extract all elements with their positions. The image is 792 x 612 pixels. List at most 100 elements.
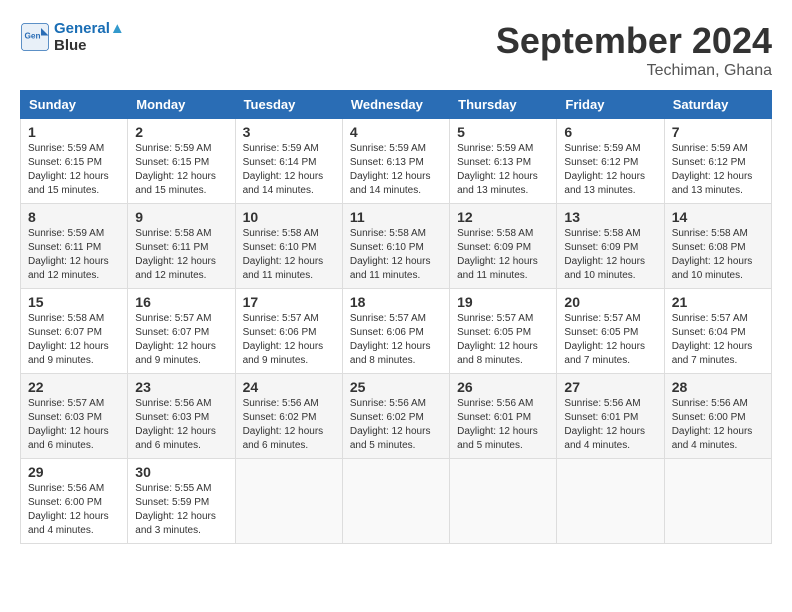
day-info: Sunrise: 5:59 AM Sunset: 6:15 PM Dayligh…	[28, 142, 120, 198]
day-info: Sunrise: 5:58 AM Sunset: 6:07 PM Dayligh…	[28, 312, 120, 368]
day-number: 2	[135, 124, 227, 140]
column-header-sunday: Sunday	[21, 91, 128, 119]
day-cell: 15 Sunrise: 5:58 AM Sunset: 6:07 PM Dayl…	[21, 289, 128, 374]
day-info: Sunrise: 5:57 AM Sunset: 6:07 PM Dayligh…	[135, 312, 227, 368]
day-cell: 30 Sunrise: 5:55 AM Sunset: 5:59 PM Dayl…	[128, 459, 235, 544]
day-info: Sunrise: 5:58 AM Sunset: 6:08 PM Dayligh…	[672, 227, 764, 283]
day-info: Sunrise: 5:59 AM Sunset: 6:13 PM Dayligh…	[350, 142, 442, 198]
day-info: Sunrise: 5:57 AM Sunset: 6:05 PM Dayligh…	[457, 312, 549, 368]
day-cell: 25 Sunrise: 5:56 AM Sunset: 6:02 PM Dayl…	[342, 374, 449, 459]
day-number: 16	[135, 294, 227, 310]
week-row-4: 22 Sunrise: 5:57 AM Sunset: 6:03 PM Dayl…	[21, 374, 772, 459]
day-number: 23	[135, 379, 227, 395]
day-info: Sunrise: 5:56 AM Sunset: 6:01 PM Dayligh…	[564, 397, 656, 453]
day-cell: 4 Sunrise: 5:59 AM Sunset: 6:13 PM Dayli…	[342, 119, 449, 204]
day-info: Sunrise: 5:56 AM Sunset: 6:00 PM Dayligh…	[28, 482, 120, 538]
day-number: 28	[672, 379, 764, 395]
day-info: Sunrise: 5:59 AM Sunset: 6:12 PM Dayligh…	[564, 142, 656, 198]
day-info: Sunrise: 5:58 AM Sunset: 6:10 PM Dayligh…	[350, 227, 442, 283]
day-info: Sunrise: 5:56 AM Sunset: 6:01 PM Dayligh…	[457, 397, 549, 453]
day-info: Sunrise: 5:59 AM Sunset: 6:15 PM Dayligh…	[135, 142, 227, 198]
day-cell	[235, 459, 342, 544]
day-info: Sunrise: 5:58 AM Sunset: 6:11 PM Dayligh…	[135, 227, 227, 283]
day-cell: 16 Sunrise: 5:57 AM Sunset: 6:07 PM Dayl…	[128, 289, 235, 374]
day-cell: 13 Sunrise: 5:58 AM Sunset: 6:09 PM Dayl…	[557, 204, 664, 289]
day-number: 11	[350, 209, 442, 225]
day-cell: 18 Sunrise: 5:57 AM Sunset: 6:06 PM Dayl…	[342, 289, 449, 374]
column-header-thursday: Thursday	[450, 91, 557, 119]
day-info: Sunrise: 5:59 AM Sunset: 6:13 PM Dayligh…	[457, 142, 549, 198]
day-number: 24	[243, 379, 335, 395]
day-cell	[557, 459, 664, 544]
day-info: Sunrise: 5:59 AM Sunset: 6:12 PM Dayligh…	[672, 142, 764, 198]
day-info: Sunrise: 5:57 AM Sunset: 6:05 PM Dayligh…	[564, 312, 656, 368]
day-cell: 29 Sunrise: 5:56 AM Sunset: 6:00 PM Dayl…	[21, 459, 128, 544]
month-title: September 2024	[496, 20, 772, 62]
day-info: Sunrise: 5:57 AM Sunset: 6:06 PM Dayligh…	[243, 312, 335, 368]
day-number: 6	[564, 124, 656, 140]
logo: Gen General▲ Blue	[20, 20, 125, 54]
day-number: 3	[243, 124, 335, 140]
day-cell: 17 Sunrise: 5:57 AM Sunset: 6:06 PM Dayl…	[235, 289, 342, 374]
day-number: 4	[350, 124, 442, 140]
day-cell: 9 Sunrise: 5:58 AM Sunset: 6:11 PM Dayli…	[128, 204, 235, 289]
day-cell: 22 Sunrise: 5:57 AM Sunset: 6:03 PM Dayl…	[21, 374, 128, 459]
day-number: 5	[457, 124, 549, 140]
day-info: Sunrise: 5:56 AM Sunset: 6:02 PM Dayligh…	[243, 397, 335, 453]
day-info: Sunrise: 5:58 AM Sunset: 6:09 PM Dayligh…	[457, 227, 549, 283]
day-number: 12	[457, 209, 549, 225]
column-header-monday: Monday	[128, 91, 235, 119]
column-header-wednesday: Wednesday	[342, 91, 449, 119]
day-info: Sunrise: 5:55 AM Sunset: 5:59 PM Dayligh…	[135, 482, 227, 538]
day-cell: 12 Sunrise: 5:58 AM Sunset: 6:09 PM Dayl…	[450, 204, 557, 289]
day-info: Sunrise: 5:56 AM Sunset: 6:03 PM Dayligh…	[135, 397, 227, 453]
day-cell: 3 Sunrise: 5:59 AM Sunset: 6:14 PM Dayli…	[235, 119, 342, 204]
day-cell: 10 Sunrise: 5:58 AM Sunset: 6:10 PM Dayl…	[235, 204, 342, 289]
day-cell: 11 Sunrise: 5:58 AM Sunset: 6:10 PM Dayl…	[342, 204, 449, 289]
logo-line2: Blue	[54, 37, 125, 54]
day-number: 9	[135, 209, 227, 225]
day-cell: 7 Sunrise: 5:59 AM Sunset: 6:12 PM Dayli…	[664, 119, 771, 204]
location: Techiman, Ghana	[496, 62, 772, 80]
day-cell: 8 Sunrise: 5:59 AM Sunset: 6:11 PM Dayli…	[21, 204, 128, 289]
day-number: 21	[672, 294, 764, 310]
day-number: 13	[564, 209, 656, 225]
day-cell: 28 Sunrise: 5:56 AM Sunset: 6:00 PM Dayl…	[664, 374, 771, 459]
day-number: 18	[350, 294, 442, 310]
page-header: Gen General▲ Blue September 2024 Techima…	[20, 20, 772, 80]
day-cell: 14 Sunrise: 5:58 AM Sunset: 6:08 PM Dayl…	[664, 204, 771, 289]
day-number: 19	[457, 294, 549, 310]
column-header-friday: Friday	[557, 91, 664, 119]
header-row: SundayMondayTuesdayWednesdayThursdayFrid…	[21, 91, 772, 119]
day-info: Sunrise: 5:59 AM Sunset: 6:14 PM Dayligh…	[243, 142, 335, 198]
day-info: Sunrise: 5:56 AM Sunset: 6:02 PM Dayligh…	[350, 397, 442, 453]
day-cell: 1 Sunrise: 5:59 AM Sunset: 6:15 PM Dayli…	[21, 119, 128, 204]
day-cell	[664, 459, 771, 544]
calendar-table: SundayMondayTuesdayWednesdayThursdayFrid…	[20, 90, 772, 544]
day-number: 20	[564, 294, 656, 310]
day-number: 7	[672, 124, 764, 140]
day-number: 10	[243, 209, 335, 225]
column-header-saturday: Saturday	[664, 91, 771, 119]
day-cell: 23 Sunrise: 5:56 AM Sunset: 6:03 PM Dayl…	[128, 374, 235, 459]
day-number: 29	[28, 464, 120, 480]
day-number: 26	[457, 379, 549, 395]
week-row-1: 1 Sunrise: 5:59 AM Sunset: 6:15 PM Dayli…	[21, 119, 772, 204]
day-cell: 26 Sunrise: 5:56 AM Sunset: 6:01 PM Dayl…	[450, 374, 557, 459]
day-cell: 24 Sunrise: 5:56 AM Sunset: 6:02 PM Dayl…	[235, 374, 342, 459]
svg-text:Gen: Gen	[25, 32, 41, 41]
week-row-3: 15 Sunrise: 5:58 AM Sunset: 6:07 PM Dayl…	[21, 289, 772, 374]
day-cell: 2 Sunrise: 5:59 AM Sunset: 6:15 PM Dayli…	[128, 119, 235, 204]
day-cell: 27 Sunrise: 5:56 AM Sunset: 6:01 PM Dayl…	[557, 374, 664, 459]
day-info: Sunrise: 5:57 AM Sunset: 6:06 PM Dayligh…	[350, 312, 442, 368]
day-number: 14	[672, 209, 764, 225]
day-cell: 5 Sunrise: 5:59 AM Sunset: 6:13 PM Dayli…	[450, 119, 557, 204]
day-number: 30	[135, 464, 227, 480]
day-info: Sunrise: 5:57 AM Sunset: 6:03 PM Dayligh…	[28, 397, 120, 453]
column-header-tuesday: Tuesday	[235, 91, 342, 119]
title-area: September 2024 Techiman, Ghana	[496, 20, 772, 80]
day-info: Sunrise: 5:56 AM Sunset: 6:00 PM Dayligh…	[672, 397, 764, 453]
day-cell: 20 Sunrise: 5:57 AM Sunset: 6:05 PM Dayl…	[557, 289, 664, 374]
day-cell	[450, 459, 557, 544]
day-number: 25	[350, 379, 442, 395]
